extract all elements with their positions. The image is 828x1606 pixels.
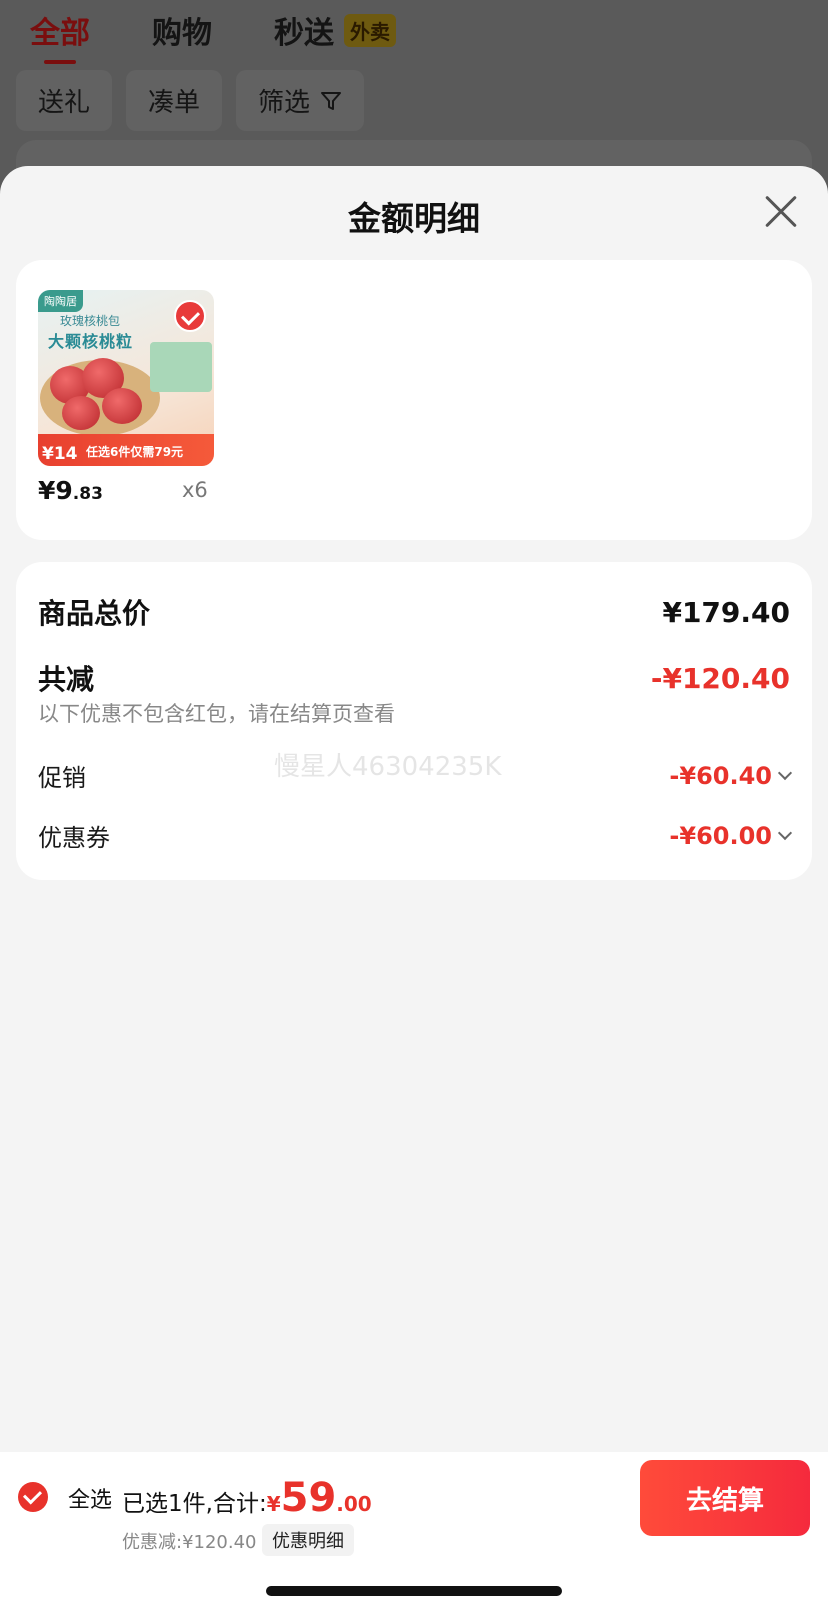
total-symbol: ¥ bbox=[266, 1492, 281, 1516]
product-price: ¥9.83 bbox=[38, 476, 103, 505]
product-thumbnail[interactable]: 陶陶居 玫瑰核桃包 大颗核桃粒 ¥14 任选6件仅需79元 bbox=[38, 290, 214, 466]
takeout-badge: 外卖 bbox=[344, 13, 396, 47]
thumb-promo-banner: ¥14 任选6件仅需79元 bbox=[38, 434, 214, 466]
chip-bundle[interactable]: 凑单 bbox=[126, 70, 223, 131]
coupon-value: -¥60.00 bbox=[669, 821, 772, 850]
filter-icon bbox=[321, 91, 342, 110]
filter-chips: 送礼 凑单 筛选 bbox=[16, 70, 365, 131]
chip-filter[interactable]: 筛选 bbox=[236, 70, 365, 131]
selected-total: 已选1件,合计: ¥ 59 .00 bbox=[122, 1478, 372, 1518]
product-price-dec: .83 bbox=[72, 484, 103, 504]
chevron-down-icon bbox=[777, 765, 793, 780]
total-row: 商品总价 ¥179.40 bbox=[38, 592, 790, 632]
price-summary-card: 商品总价 ¥179.40 共减 -¥120.40 以下优惠不包含红包，请在结算页… bbox=[16, 562, 812, 880]
promo-row[interactable]: 促销 -¥60.40 bbox=[38, 758, 793, 793]
thumb-promo-text: 任选6件仅需79元 bbox=[86, 445, 184, 459]
thumb-package bbox=[150, 342, 212, 392]
thumb-subtitle: 玫瑰核桃包 bbox=[60, 314, 121, 328]
reduce-row: 共减 -¥120.40 bbox=[38, 658, 790, 698]
total-value: ¥179.40 bbox=[662, 595, 790, 629]
checkout-bar: 全选 已选1件,合计: ¥ 59 .00 优惠减:¥120.40 优惠明细 去结… bbox=[0, 1452, 828, 1606]
discount-detail-button[interactable]: 优惠明细 bbox=[262, 1524, 354, 1556]
chip-filter-label: 筛选 bbox=[258, 88, 311, 118]
select-all-label[interactable]: 全选 bbox=[68, 1482, 112, 1514]
chevron-down-icon bbox=[777, 825, 793, 840]
total-integer: 59 bbox=[280, 1475, 337, 1521]
amount-detail-sheet: 金额明细 陶陶居 玫瑰核桃包 大颗核桃粒 ¥14 任选6件仅需79元 ¥9.83… bbox=[0, 166, 828, 1606]
discount-amount: 优惠减:¥120.40 bbox=[122, 1532, 257, 1553]
product-price-int: ¥9 bbox=[38, 476, 73, 505]
coupon-value-wrap: -¥60.00 bbox=[669, 821, 793, 850]
reduce-value: -¥120.40 bbox=[650, 661, 790, 695]
promo-value-wrap: -¥60.40 bbox=[669, 761, 793, 790]
home-indicator bbox=[266, 1586, 562, 1596]
promo-value: -¥60.40 bbox=[669, 761, 772, 790]
coupon-label: 优惠券 bbox=[38, 824, 110, 852]
product-quantity: x6 bbox=[182, 478, 208, 502]
product-card: 陶陶居 玫瑰核桃包 大颗核桃粒 ¥14 任选6件仅需79元 ¥9.83 x6 bbox=[16, 260, 812, 540]
discount-note: 以下优惠不包含红包，请在结算页查看 bbox=[38, 702, 395, 726]
tab-shopping[interactable]: 购物 bbox=[152, 8, 212, 52]
selected-prefix: 已选1件,合计: bbox=[122, 1491, 267, 1517]
selected-check-icon[interactable] bbox=[174, 300, 206, 332]
close-icon[interactable] bbox=[764, 194, 798, 228]
chip-gift[interactable]: 送礼 bbox=[16, 70, 113, 131]
tab-all[interactable]: 全部 bbox=[30, 8, 90, 64]
tab-instant[interactable]: 秒送 bbox=[274, 8, 334, 52]
category-tabs: 全部 购物 秒送 外卖 bbox=[30, 8, 396, 64]
sheet-title: 金额明细 bbox=[348, 199, 480, 238]
checkout-button[interactable]: 去结算 bbox=[640, 1460, 810, 1536]
total-label: 商品总价 bbox=[38, 597, 151, 630]
thumb-brand: 陶陶居 bbox=[38, 290, 83, 312]
thumb-bun bbox=[62, 396, 100, 430]
thumb-headline: 大颗核桃粒 bbox=[48, 332, 134, 351]
coupon-row[interactable]: 优惠券 -¥60.00 bbox=[38, 818, 793, 853]
thumb-price: ¥14 bbox=[42, 444, 78, 464]
promo-label: 促销 bbox=[38, 764, 86, 792]
reduce-label: 共减 bbox=[38, 663, 95, 696]
total-decimal: .00 bbox=[336, 1492, 372, 1516]
select-all-check-icon[interactable] bbox=[18, 1482, 48, 1512]
thumb-bun bbox=[102, 388, 142, 424]
